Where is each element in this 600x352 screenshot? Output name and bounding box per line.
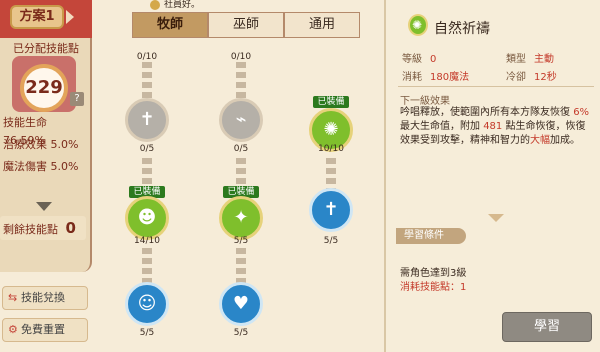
allocated-points: 229	[20, 64, 68, 112]
hearts-icon: ♥	[232, 293, 250, 314]
requirement-level: 需角色達到3級	[400, 268, 467, 279]
desc-part: 加成。	[550, 135, 580, 146]
level-row: 等級 0	[402, 50, 436, 65]
type-value: 主動	[534, 54, 554, 65]
next-level-label: 下一級效果	[400, 96, 450, 107]
burst-icon: ✺	[412, 18, 423, 32]
class-tabs: 牧師 巫師 通用	[132, 12, 360, 38]
gear-icon: ⚙	[8, 323, 18, 336]
node-count: 0/5	[233, 144, 249, 154]
swap-icon: ⇆	[8, 291, 18, 304]
skill-tree: 0/10 0/10 ✝ 0/5 ⌁ 0/5 已裝備 ✺ 10/10 已裝備 ☻ …	[96, 38, 376, 352]
remaining-points-row: 剩餘技能點 0	[0, 216, 86, 240]
skill-exchange-label: 技能兌換	[21, 291, 65, 304]
stat-label: 魔法傷害	[3, 160, 47, 173]
cooldown-value: 12秒	[534, 72, 557, 83]
tab-general[interactable]: 通用	[284, 12, 360, 38]
node-count: 0/10	[136, 52, 158, 62]
desc-percent: 6%	[573, 107, 590, 118]
stat-label: 技能生命	[3, 116, 47, 129]
requirement-points: 消耗技能點：1	[400, 282, 467, 293]
skill-detail-panel: ✺ 自然祈禱 等級 0 類型 主動 消耗 180魔法 冷卻 12秒 下一級效果 吟唱釋放…	[384, 0, 600, 352]
tornado-icon: ⌁	[235, 109, 247, 130]
stat-value: 5.0%	[50, 160, 79, 173]
skill-screen: 社員好。 方案1 已分配技能點 229 ? 技能生命 76.59% 治療效果 5…	[0, 0, 600, 352]
tab-priest[interactable]: 牧師	[132, 12, 208, 38]
allocated-label: 已分配技能點	[13, 42, 79, 55]
level-value: 0	[430, 54, 437, 65]
level-label: 等級	[402, 54, 422, 65]
node-count: 0/5	[139, 144, 155, 154]
stat-row: 治療效果 5.0%	[0, 136, 92, 154]
scroll-down-icon[interactable]	[488, 214, 504, 222]
tab-wizard[interactable]: 巫師	[208, 12, 284, 38]
remaining-label: 剩餘技能點	[3, 223, 58, 236]
node-count: 5/5	[233, 236, 249, 246]
cost-label: 消耗	[402, 72, 422, 83]
help-icon[interactable]: ?	[70, 92, 84, 106]
skill-node[interactable]: ☻	[125, 196, 169, 240]
type-row: 類型 主動	[506, 50, 554, 65]
free-reset-label: 免費重置	[21, 323, 65, 336]
skill-node[interactable]: ✝	[309, 188, 353, 232]
silhouette-icon: ☻	[137, 207, 157, 228]
stat-row: 魔法傷害 5.0%	[0, 158, 92, 176]
stat-value: 5.0%	[50, 138, 79, 151]
scheme-panel: 方案1 已分配技能點 229 ? 技能生命 76.59% 治療效果 5.0% 魔…	[0, 0, 92, 272]
skill-node[interactable]: ✦	[219, 196, 263, 240]
desc-part: 最大生命值，附加	[400, 121, 480, 132]
requirements-tag: 學習條件	[396, 228, 466, 244]
scheme-arrow-icon[interactable]	[66, 10, 74, 24]
cost-row: 消耗 180魔法	[402, 68, 469, 83]
desc-emphasis: 大幅	[530, 135, 550, 146]
node-count: 0/10	[230, 52, 252, 62]
stat-row: 技能生命 76.59%	[0, 114, 92, 147]
skill-node[interactable]: ☺	[125, 282, 169, 326]
top-note: 社員好。	[164, 0, 201, 10]
free-reset-button[interactable]: ⚙ 免費重置	[2, 318, 88, 342]
skill-icon: ✺	[408, 14, 428, 36]
skill-description: 吟唱釋放，使範圍內所有本方隊友恢復 6% 最大生命值，附加 481 點生命恢復，…	[400, 106, 590, 148]
type-label: 類型	[506, 54, 526, 65]
figure-icon: ☺	[137, 293, 157, 314]
divider	[398, 86, 594, 87]
cross-shield-icon: ✝	[139, 109, 155, 130]
stat-label: 治療效果	[3, 138, 47, 151]
cooldown-row: 冷卻 12秒	[506, 68, 557, 83]
cost-value: 180魔法	[430, 72, 470, 83]
node-count: 5/5	[233, 328, 249, 338]
coin-icon	[150, 0, 160, 10]
wings-icon: ✦	[233, 207, 249, 228]
skill-node[interactable]: ✝	[125, 98, 169, 142]
desc-part: 吟唱釋放，使範圍內所有本方隊友恢復	[400, 107, 570, 118]
skill-exchange-button[interactable]: ⇆ 技能兌換	[2, 286, 88, 310]
node-count: 5/5	[323, 236, 339, 246]
skill-node[interactable]: ⌁	[219, 98, 263, 142]
node-count: 10/10	[318, 144, 344, 154]
cooldown-label: 冷卻	[506, 72, 526, 83]
cross-runner-icon: ✝	[323, 199, 339, 220]
node-count: 5/5	[139, 328, 155, 338]
desc-hp: 481	[483, 121, 503, 132]
skill-name: 自然祈禱	[434, 21, 490, 37]
learn-button[interactable]: 學習	[502, 312, 592, 342]
skill-node[interactable]: ♥	[219, 282, 263, 326]
scheme-tab[interactable]: 方案1	[10, 5, 64, 29]
node-count: 14/10	[134, 236, 160, 246]
remaining-points: 0	[65, 219, 76, 237]
expand-stats-icon[interactable]	[36, 202, 52, 211]
equipped-badge: 已裝備	[313, 96, 349, 108]
